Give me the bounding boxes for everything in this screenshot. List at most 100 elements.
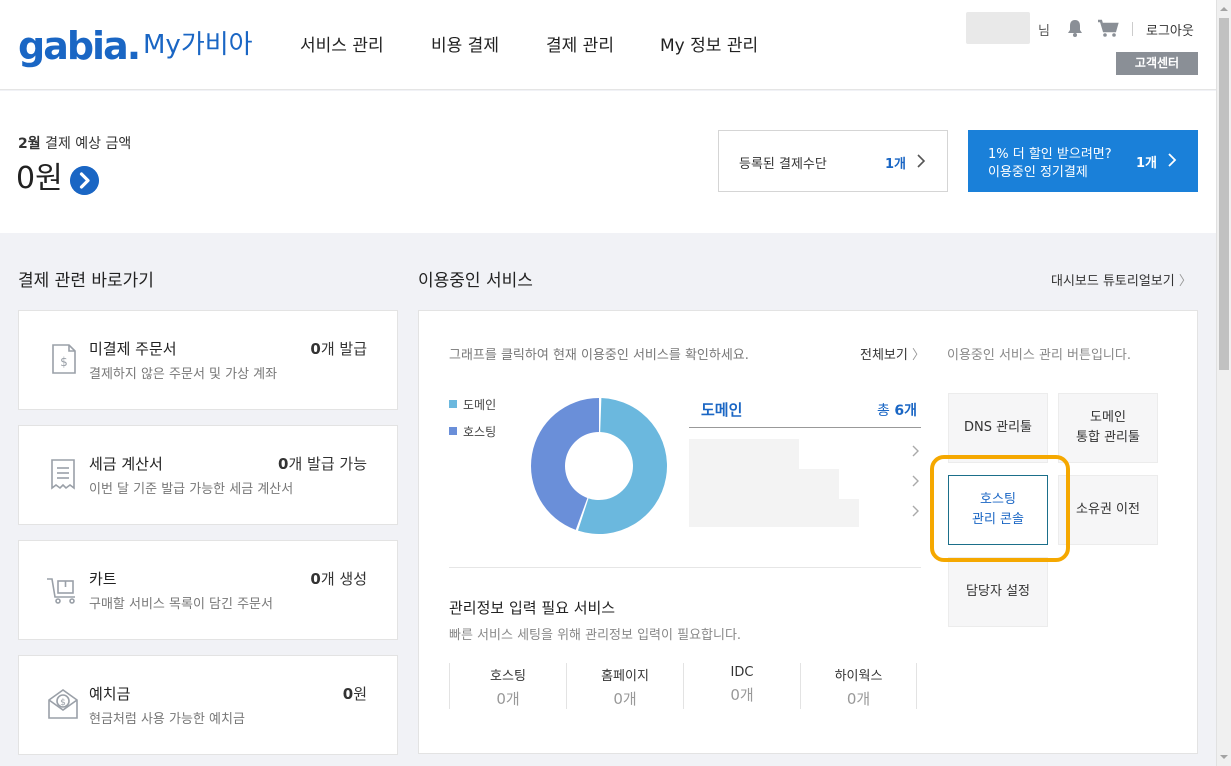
highlight-annotation — [930, 455, 1070, 562]
nav-service-management[interactable]: 서비스 관리 — [300, 35, 384, 57]
shortcuts-title: 결제 관련 바로가기 — [18, 271, 154, 291]
card-value-number: 0 — [310, 570, 321, 588]
receipt-icon — [51, 459, 75, 490]
stat-value: 0개 — [730, 686, 754, 704]
unpaid-orders-card[interactable]: $ 미결제 주문서 결제하지 않은 주문서 및 가상 계좌 0개 발급 — [18, 310, 398, 410]
total-value: 6개 — [894, 403, 917, 419]
tool-label-line-1: 도메인 — [1090, 410, 1126, 425]
card-value-number: 0 — [342, 685, 354, 703]
card-title: 미결제 주문서 — [89, 340, 177, 358]
mgmt-info-title: 관리정보 입력 필요 서비스 — [449, 599, 616, 617]
chevron-right-icon[interactable] — [911, 474, 920, 488]
chevron-right-icon[interactable] — [911, 504, 920, 518]
expected-payment-text: 결제 예상 금액 — [40, 136, 132, 152]
redacted-domain-row[interactable] — [689, 499, 859, 527]
legend-label: 도메인 — [463, 398, 497, 412]
stat-label: 호스팅 — [490, 669, 526, 684]
scroll-up-arrow-icon[interactable] — [1219, 4, 1229, 14]
logout-link[interactable]: 로그아웃 — [1146, 20, 1194, 39]
stat-idc[interactable]: IDC 0개 — [683, 663, 800, 709]
card-title: 카트 — [89, 570, 117, 588]
bell-icon[interactable] — [1065, 17, 1085, 39]
divider — [449, 567, 921, 568]
legend-swatch — [449, 427, 457, 435]
tool-label-line-2: 통합 관리툴 — [1076, 430, 1140, 445]
selected-service-total: 총 6개 — [877, 400, 917, 420]
user-suffix: 님 — [1038, 24, 1050, 39]
tool-label: 소유권 이전 — [1076, 502, 1140, 517]
stat-label: IDC — [730, 665, 754, 680]
subscription-count: 1개 — [1136, 156, 1158, 171]
stat-hiworks[interactable]: 하이웍스 0개 — [800, 663, 917, 709]
nav-payment-management[interactable]: 결제 관리 — [546, 35, 614, 57]
tool-label: 도메인통합 관리툴 — [1076, 408, 1140, 448]
card-value-unit: 개 발급 — [320, 340, 367, 358]
total-prefix: 총 — [877, 403, 895, 419]
chevron-right-icon — [1168, 153, 1177, 167]
ownership-transfer-button[interactable]: 소유권 이전 — [1058, 475, 1158, 545]
promo-line-2: 이용중인 정기결제 — [988, 165, 1088, 180]
expected-payment-label: 2월 결제 예상 금액 — [18, 133, 131, 153]
cart-box-icon — [47, 578, 75, 604]
subscription-discount-button[interactable]: 1% 더 할인 받으려면? 이용중인 정기결제 1개 — [968, 130, 1198, 192]
card-title: 예치금 — [89, 685, 131, 703]
services-title: 이용중인 서비스 — [418, 271, 533, 291]
top-header: gabia. My가비아 서비스 관리 비용 결제 결제 관리 My 정보 관리… — [0, 0, 1216, 90]
card-value: 0원 — [343, 683, 367, 704]
tool-label: DNS 관리툴 — [964, 420, 1032, 435]
tools-hint: 이용중인 서비스 관리 버튼입니다. — [947, 348, 1131, 363]
card-value-number: 0 — [278, 455, 289, 473]
selected-service-title: 도메인 — [701, 401, 743, 419]
nav-my-info[interactable]: My 정보 관리 — [660, 35, 758, 57]
stat-label: 하이웍스 — [834, 669, 883, 684]
card-description: 현금처럼 사용 가능한 예치금 — [89, 712, 245, 727]
card-value: 0개 발급 — [310, 338, 367, 359]
tax-invoice-card[interactable]: 세금 계산서 이번 달 기준 발급 가능한 세금 계산서 0개 발급 가능 — [18, 425, 398, 525]
redacted-domain-row[interactable] — [689, 439, 799, 469]
stat-value: 0개 — [496, 690, 520, 708]
contact-settings-button[interactable]: 담당자 설정 — [948, 557, 1048, 627]
tutorial-link-label: 대시보드 튜토리얼보기 — [1051, 274, 1175, 289]
stat-value: 0개 — [846, 690, 871, 708]
card-value-unit: 개 발급 가능 — [288, 455, 367, 473]
scroll-down-arrow-icon[interactable] — [1219, 752, 1229, 762]
card-value: 0개 발급 가능 — [278, 453, 367, 474]
legend-swatch — [449, 400, 457, 408]
card-description: 결제하지 않은 주문서 및 가상 계좌 — [89, 367, 278, 382]
registered-payment-method-button[interactable]: 등록된 결제수단 1개 — [718, 130, 948, 192]
my-gabia-title[interactable]: My가비아 — [143, 28, 253, 62]
view-all-label: 전체보기 — [860, 348, 908, 363]
domain-integrated-tool-button[interactable]: 도메인통합 관리툴 — [1058, 393, 1158, 463]
card-title: 세금 계산서 — [89, 455, 163, 473]
redacted-domain-row[interactable] — [689, 469, 839, 499]
stat-homepage[interactable]: 홈페이지 0개 — [566, 663, 683, 709]
nav-billing-payment[interactable]: 비용 결제 — [431, 35, 499, 57]
view-all-link[interactable]: 전체보기 〉 — [860, 344, 925, 363]
card-value-unit: 개 생성 — [320, 570, 367, 588]
user-name-redacted — [966, 12, 1030, 44]
promo-line-1: 1% 더 할인 받으려면? — [988, 147, 1112, 162]
stat-value: 0개 — [613, 690, 637, 708]
money-envelope-icon: $ — [48, 689, 78, 719]
legend-domain: 도메인 — [449, 396, 496, 413]
card-description: 이번 달 기준 발급 가능한 세금 계산서 — [89, 482, 294, 497]
card-value-unit: 원 — [353, 685, 367, 703]
dashboard-tutorial-link[interactable]: 대시보드 튜토리얼보기 〉 — [1051, 270, 1192, 289]
dns-management-tool-button[interactable]: DNS 관리툴 — [948, 393, 1048, 463]
service-donut-chart[interactable] — [529, 396, 669, 536]
stat-hosting[interactable]: 호스팅 0개 — [449, 663, 566, 709]
customer-center-button[interactable]: 고객센터 — [1116, 52, 1198, 75]
graph-hint: 그래프를 클릭하여 현재 이용중인 서비스를 확인하세요. — [449, 348, 749, 363]
card-description: 구매할 서비스 목록이 담긴 주문서 — [89, 597, 273, 612]
payment-method-count: 1개 — [885, 157, 907, 172]
chevron-right-icon: 〉 — [1178, 274, 1192, 289]
deposit-card[interactable]: $ 예치금 현금처럼 사용 가능한 예치금 0원 — [18, 655, 398, 755]
chevron-right-icon[interactable] — [911, 444, 920, 458]
cart-icon[interactable] — [1097, 17, 1119, 39]
cart-card[interactable]: 카트 구매할 서비스 목록이 담긴 주문서 0개 생성 — [18, 540, 398, 640]
amount-detail-chevron-icon[interactable] — [70, 166, 99, 195]
gabia-logo[interactable]: gabia. — [18, 22, 141, 70]
stat-label: 홈페이지 — [601, 669, 649, 684]
svg-text:$: $ — [60, 698, 66, 708]
scrollbar-thumb[interactable] — [1219, 18, 1229, 370]
